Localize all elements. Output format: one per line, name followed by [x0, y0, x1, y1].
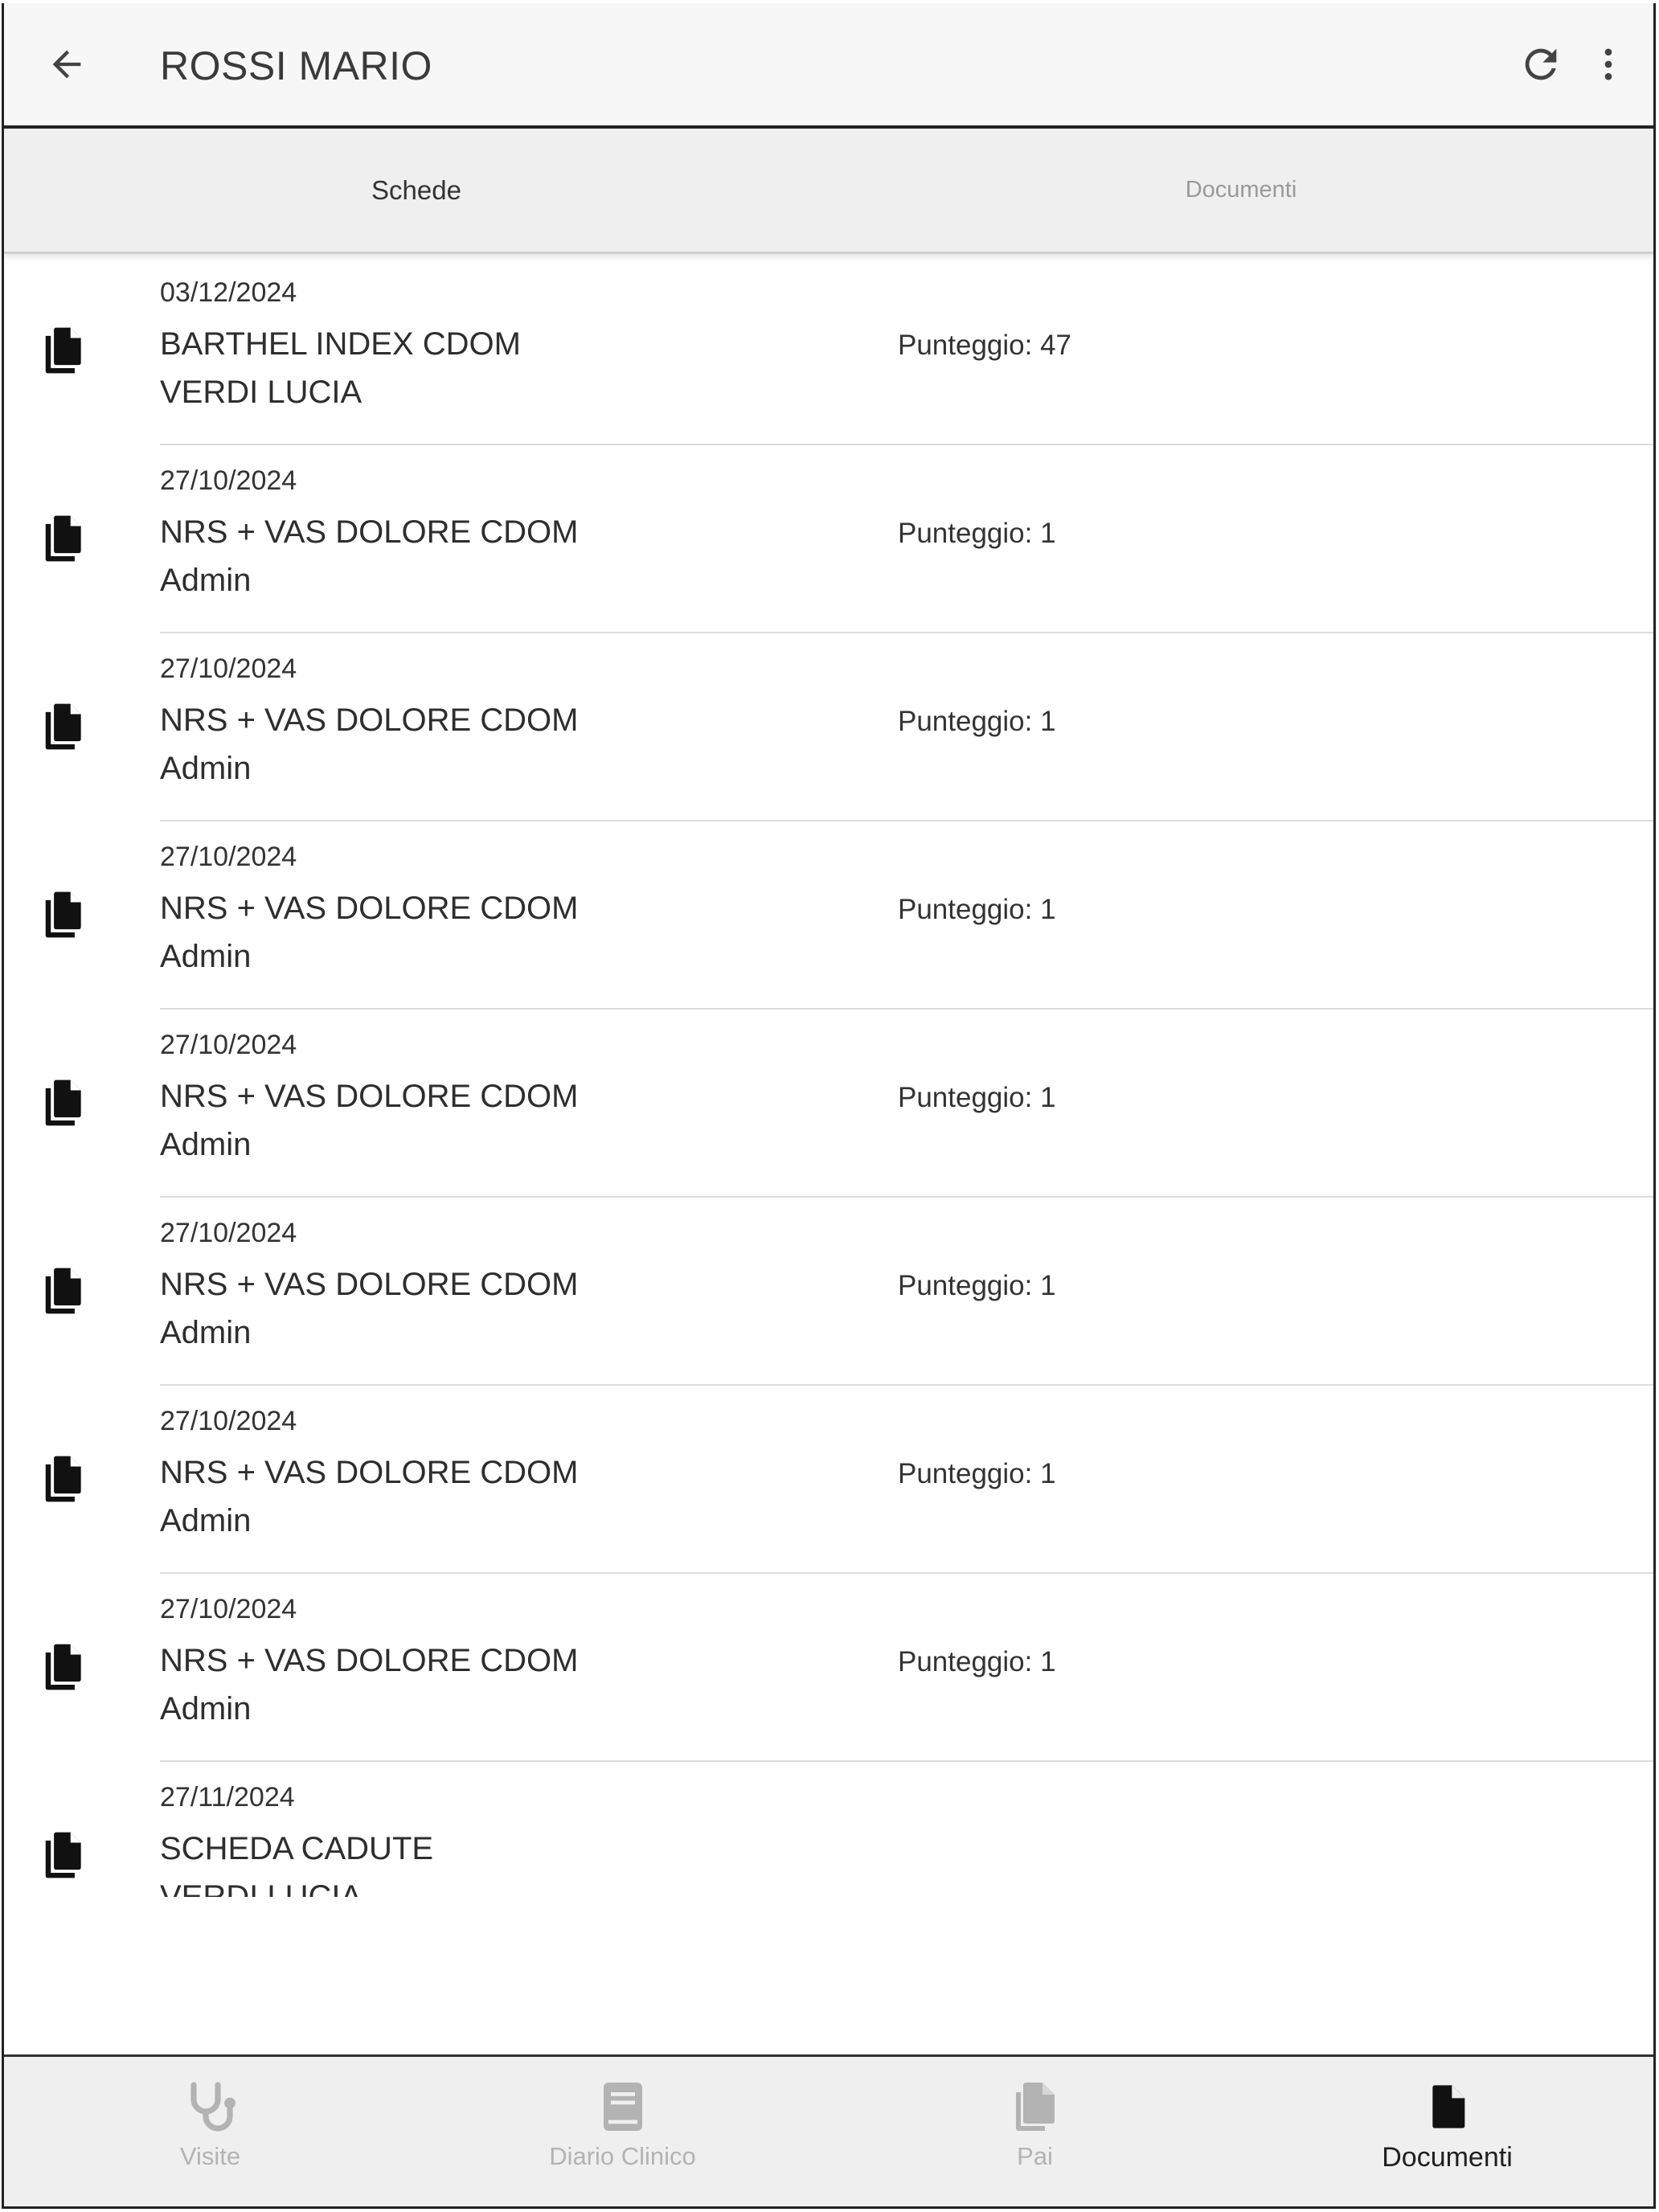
item-score: Punteggio: 1: [898, 518, 1056, 549]
tab-bar: Schede Documenti: [4, 129, 1653, 254]
item-date: 27/11/2024: [160, 1782, 295, 1813]
tab-schede[interactable]: Schede: [4, 129, 829, 252]
list-item[interactable]: 27/10/2024 NRS + VAS DOLORE CDOM Admin Punt…: [4, 1010, 1653, 1198]
list-item[interactable]: 27/11/2024 SCHEDA CADUTE VERDI LUCIA: [4, 1762, 1653, 1897]
item-author: Admin: [160, 1691, 252, 1727]
refresh-icon: [1525, 48, 1557, 80]
item-author: VERDI LUCIA: [160, 1879, 363, 1897]
item-title: SCHEDA CADUTE: [160, 1831, 434, 1866]
back-button[interactable]: [38, 35, 96, 93]
item-date: 27/10/2024: [160, 653, 297, 684]
app-frame: ROSSI MARIO Schede Documenti 03/12/2024 B…: [2, 3, 1656, 2209]
clipboard-copy-icon: [39, 1452, 89, 1506]
clipboard-copy-icon: [39, 1828, 89, 1882]
more-vertical-icon: [1604, 48, 1612, 80]
list-item[interactable]: 27/10/2024 NRS + VAS DOLORE CDOM Admin Punt…: [4, 821, 1653, 1010]
list-item[interactable]: 27/10/2024 NRS + VAS DOLORE CDOM Admin Punt…: [4, 633, 1653, 821]
item-title: NRS + VAS DOLORE CDOM: [160, 703, 579, 738]
clipboard-copy-icon: [39, 1264, 89, 1318]
item-title: NRS + VAS DOLORE CDOM: [160, 1267, 579, 1302]
item-score: Punteggio: 1: [898, 1458, 1056, 1489]
clipboard-copy-icon: [39, 699, 89, 754]
bottom-navigation: Visite Diario Clinico Pai Documenti: [4, 2054, 1653, 2206]
item-title: NRS + VAS DOLORE CDOM: [160, 1079, 579, 1114]
item-author: Admin: [160, 939, 252, 974]
item-score: Punteggio: 1: [898, 894, 1056, 925]
more-options-button[interactable]: [1579, 35, 1637, 93]
app-bar: ROSSI MARIO: [4, 3, 1653, 129]
item-title: NRS + VAS DOLORE CDOM: [160, 891, 579, 926]
document-icon: [1432, 2085, 1464, 2128]
item-title: BARTHEL INDEX CDOM: [160, 326, 521, 362]
clipboard-copy-icon: [1015, 2083, 1055, 2131]
item-author: Admin: [160, 1315, 252, 1350]
item-score: Punteggio: 1: [898, 706, 1056, 737]
item-date: 27/10/2024: [160, 1406, 297, 1436]
clipboard-copy-icon: [39, 1075, 89, 1130]
item-title: NRS + VAS DOLORE CDOM: [160, 514, 579, 550]
arrow-left-icon: [52, 50, 81, 79]
list-item[interactable]: 03/12/2024 BARTHEL INDEX CDOM VERDI LUCIA P…: [4, 257, 1653, 445]
clipboard-copy-icon: [39, 323, 89, 378]
item-author: Admin: [160, 1503, 252, 1538]
item-author: VERDI LUCIA: [160, 375, 363, 410]
list-item[interactable]: 27/10/2024 NRS + VAS DOLORE CDOM Admin Punt…: [4, 1386, 1653, 1574]
nav-label: Visite: [179, 2142, 241, 2170]
list-item[interactable]: 27/10/2024 NRS + VAS DOLORE CDOM Admin Punt…: [4, 1574, 1653, 1762]
item-score: Punteggio: 1: [898, 1270, 1056, 1301]
item-title: NRS + VAS DOLORE CDOM: [160, 1643, 579, 1678]
item-date: 27/10/2024: [160, 465, 297, 496]
item-date: 03/12/2024: [160, 277, 297, 308]
item-author: Admin: [160, 1127, 252, 1162]
schede-list: 03/12/2024 BARTHEL INDEX CDOM VERDI LUCIA P…: [4, 257, 1653, 1897]
nav-item-documenti[interactable]: Documenti: [1241, 2057, 1653, 2206]
page-title: ROSSI MARIO: [160, 43, 432, 88]
list-item[interactable]: 27/10/2024 NRS + VAS DOLORE CDOM Admin Punt…: [4, 1198, 1653, 1386]
item-score: Punteggio: 47: [898, 330, 1072, 361]
clipboard-copy-icon: [39, 511, 89, 566]
tab-documenti[interactable]: Documenti: [829, 129, 1653, 252]
item-date: 27/10/2024: [160, 1218, 297, 1248]
item-date: 27/10/2024: [160, 1030, 297, 1060]
item-author: Admin: [160, 563, 252, 598]
item-author: Admin: [160, 751, 252, 786]
item-score: Punteggio: 1: [898, 1082, 1056, 1113]
nav-item-diario-clinico[interactable]: Diario Clinico: [416, 2057, 829, 2206]
item-title: NRS + VAS DOLORE CDOM: [160, 1455, 579, 1490]
nav-item-pai[interactable]: Pai: [829, 2057, 1241, 2206]
clipboard-copy-icon: [39, 1640, 89, 1694]
item-score: Punteggio: 1: [898, 1646, 1056, 1677]
clipboard-copy-icon: [39, 887, 89, 942]
nav-item-visite[interactable]: Visite: [4, 2057, 416, 2206]
item-date: 27/10/2024: [160, 1594, 297, 1624]
nav-label: Documenti: [1382, 2142, 1513, 2173]
stethoscope-icon: [190, 2082, 236, 2132]
nav-label: Pai: [1017, 2142, 1053, 2170]
list-item[interactable]: 27/10/2024 NRS + VAS DOLORE CDOM Admin Punt…: [4, 445, 1653, 633]
refresh-button[interactable]: [1512, 35, 1570, 93]
item-date: 27/10/2024: [160, 842, 297, 872]
book-icon: [603, 2083, 642, 2131]
nav-label: Diario Clinico: [549, 2142, 696, 2170]
